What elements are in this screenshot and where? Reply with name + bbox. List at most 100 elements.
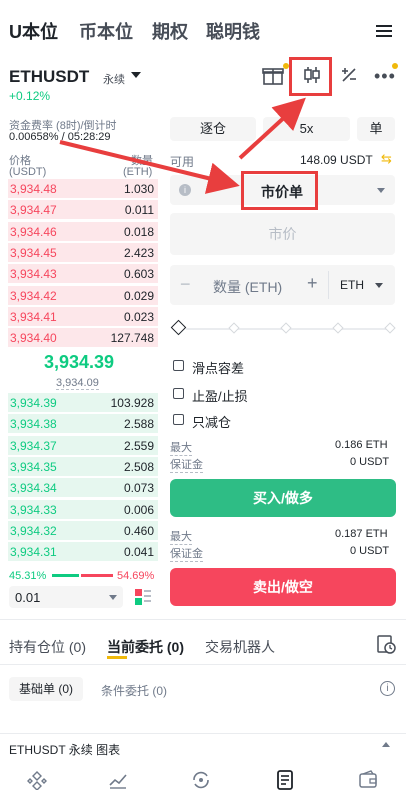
bid-price: 3,934.31 — [10, 545, 57, 560]
mark-price[interactable]: 3,934.09 — [56, 377, 99, 390]
tpsl-label: 止盈/止损 — [192, 389, 248, 404]
tab-coinm[interactable]: 币本位 — [79, 18, 133, 44]
calculator-icon[interactable] — [340, 66, 358, 84]
ask-price: 3,934.41 — [10, 309, 57, 324]
slider-tick[interactable] — [332, 322, 344, 334]
precision-value: 0.01 — [15, 590, 41, 605]
markets-icon[interactable] — [108, 770, 128, 790]
quantity-unit[interactable]: ETH — [340, 278, 364, 292]
sell-ratio: 54.69% — [117, 570, 155, 582]
ask-price: 3,934.48 — [10, 182, 57, 196]
slider-tick[interactable] — [384, 322, 396, 334]
bid-price: 3,934.38 — [10, 417, 57, 432]
bid-quantity: 0.073 — [123, 481, 154, 496]
quantity-input[interactable]: − 数量 (ETH) + ETH — [170, 265, 395, 305]
subtab-conditional-orders[interactable]: 条件委托 (0) — [101, 682, 167, 699]
transfer-icon[interactable]: ⇆ — [381, 151, 392, 167]
bid-row[interactable]: 3,934.34 0.073 — [0, 477, 158, 498]
tab-smart-money[interactable]: 聪明钱 — [206, 18, 260, 44]
buy-margin-value: 0 USDT — [350, 456, 390, 468]
tab-divider — [0, 664, 406, 665]
slippage-checkbox[interactable] — [173, 360, 184, 371]
ask-row[interactable]: 3,934.42 0.029 — [0, 285, 158, 306]
buy-max-label: 最大 — [170, 439, 192, 456]
tab-options[interactable]: 期权 — [152, 18, 188, 44]
wallet-icon[interactable] — [358, 770, 378, 790]
price-input[interactable]: 市价 — [170, 213, 395, 255]
slider-tick[interactable] — [228, 322, 240, 334]
margin-mode-button[interactable]: 逐仓 — [170, 117, 256, 141]
reduce-only-checkbox[interactable] — [173, 414, 184, 425]
ask-price: 3,934.46 — [10, 224, 57, 239]
bid-row[interactable]: 3,934.32 0.460 — [0, 520, 158, 541]
ask-row[interactable]: 3,934.41 0.023 — [0, 306, 158, 327]
futures-icon[interactable] — [276, 770, 294, 790]
chevron-down-icon[interactable] — [131, 72, 141, 78]
ask-row[interactable]: 3,934.48 1.030 — [0, 178, 158, 199]
section-divider — [0, 619, 406, 620]
bid-row[interactable]: 3,934.33 0.006 — [0, 499, 158, 520]
sell-short-button[interactable]: 卖出/做空 — [170, 568, 396, 606]
order-history-icon[interactable] — [376, 634, 396, 654]
ask-row[interactable]: 3,934.47 0.011 — [0, 199, 158, 220]
slider-tick[interactable] — [280, 322, 292, 334]
tab-open-orders[interactable]: 当前委托 (0) — [107, 637, 184, 657]
pair-symbol[interactable]: ETHUSDT — [9, 67, 89, 87]
menu-icon[interactable] — [376, 22, 392, 40]
ask-quantity: 0.603 — [123, 267, 154, 282]
bid-price: 3,934.35 — [10, 459, 57, 474]
orderbook-layout-icon[interactable] — [134, 588, 152, 606]
chevron-up-icon[interactable] — [382, 742, 390, 747]
position-mode-button[interactable]: 单 — [357, 117, 395, 141]
available-label: 可用 — [170, 155, 195, 169]
leverage-button[interactable]: 5x — [263, 117, 350, 141]
more-icon[interactable]: ••• — [374, 67, 396, 85]
gift-icon[interactable] — [262, 64, 284, 86]
bid-row[interactable]: 3,934.39 103.928 — [0, 392, 158, 413]
bid-price: 3,934.32 — [10, 523, 57, 538]
bid-row[interactable]: 3,934.31 0.041 — [0, 541, 158, 562]
tab-positions[interactable]: 持有仓位 (0) — [9, 637, 86, 657]
subtab-basic-orders[interactable]: 基础单 (0) — [9, 677, 83, 701]
chevron-down-icon — [375, 283, 383, 288]
trade-icon[interactable] — [190, 770, 212, 790]
precision-select[interactable]: 0.01 — [9, 586, 123, 608]
bid-row[interactable]: 3,934.37 2.559 — [0, 435, 158, 456]
chart-bar-label[interactable]: ETHUSDT 永续 图表 — [9, 741, 120, 758]
bid-quantity: 0.041 — [123, 545, 154, 560]
sell-max-label: 最大 — [170, 528, 192, 545]
bid-row[interactable]: 3,934.38 2.588 — [0, 413, 158, 434]
buy-max-value: 0.186 ETH — [335, 439, 388, 451]
sell-margin-label: 保证金 — [170, 545, 203, 562]
buy-margin-label: 保证金 — [170, 456, 203, 473]
sell-ratio-bar — [81, 574, 113, 577]
ask-price: 3,934.43 — [10, 267, 57, 282]
last-price: 3,934.39 — [44, 352, 115, 372]
info-icon[interactable]: i — [380, 681, 395, 696]
bid-quantity: 2.559 — [123, 438, 154, 453]
tab-trading-bots[interactable]: 交易机器人 — [205, 637, 275, 657]
annotation-highlight-chart — [289, 57, 332, 96]
minus-icon[interactable]: − — [180, 274, 191, 295]
plus-icon[interactable]: + — [307, 273, 318, 294]
ask-row[interactable]: 3,934.46 0.018 — [0, 221, 158, 242]
quantity-slider-handle[interactable] — [170, 319, 187, 336]
reduce-only-label: 只减仓 — [192, 415, 232, 430]
annotation-highlight-order-type — [241, 171, 318, 210]
funding-value: 0.00658% / 05:28:29 — [9, 131, 111, 143]
tab-usdm[interactable]: U本位 — [9, 18, 58, 44]
ask-price: 3,934.42 — [10, 288, 57, 303]
home-icon[interactable] — [27, 770, 47, 790]
bid-row[interactable]: 3,934.35 2.508 — [0, 456, 158, 477]
ask-row[interactable]: 3,934.40 127.748 — [0, 327, 158, 348]
ask-row[interactable]: 3,934.45 2.423 — [0, 242, 158, 263]
ask-price: 3,934.45 — [10, 245, 57, 260]
buy-long-button[interactable]: 买入/做多 — [170, 479, 396, 517]
bid-price: 3,934.33 — [10, 502, 57, 517]
more-notification-dot — [392, 63, 398, 69]
active-tab-indicator — [107, 656, 127, 659]
tpsl-checkbox[interactable] — [173, 388, 184, 399]
info-icon[interactable]: i — [179, 184, 191, 196]
ask-row[interactable]: 3,934.43 0.603 — [0, 263, 158, 284]
ask-quantity: 0.023 — [123, 309, 154, 324]
